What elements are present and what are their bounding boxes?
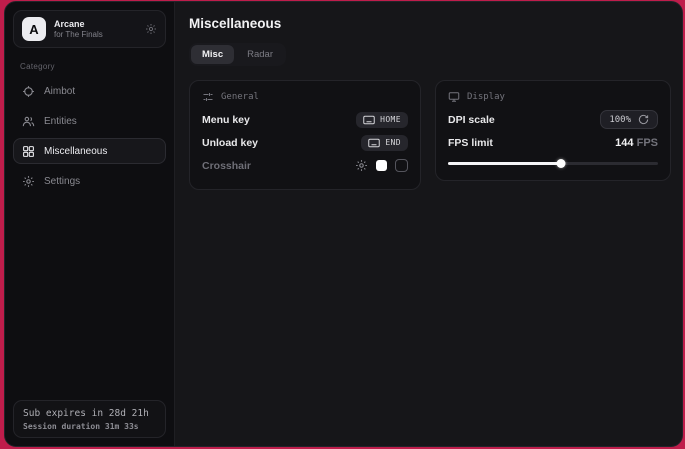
grid-icon — [22, 145, 35, 158]
fps-unit: FPS — [637, 137, 658, 149]
crosshair-checkbox[interactable] — [395, 159, 408, 172]
crosshair-color-swatch[interactable] — [376, 160, 387, 171]
fps-slider-fill — [448, 162, 561, 165]
keyboard-icon — [363, 115, 375, 125]
fps-limit-value: 144 FPS — [615, 137, 658, 149]
monitor-icon — [448, 91, 460, 103]
sidebar-item-entities[interactable]: Entities — [13, 108, 166, 134]
app-name: Arcane — [54, 19, 103, 29]
sidebar-item-label: Miscellaneous — [44, 146, 107, 157]
users-icon — [22, 115, 35, 128]
gear-icon — [22, 175, 35, 188]
dpi-scale-value: 100% — [609, 115, 631, 125]
general-card-header: General — [202, 91, 408, 103]
sidebar-nav: Aimbot Entities — [13, 78, 166, 194]
unload-key-label: Unload key — [202, 137, 258, 149]
sidebar-item-settings[interactable]: Settings — [13, 168, 166, 194]
display-card-header: Display — [448, 91, 658, 103]
unload-key-bind-button[interactable]: END — [361, 135, 408, 151]
tab-radar[interactable]: Radar — [236, 45, 284, 64]
crosshair-row: Crosshair — [202, 154, 408, 177]
sidebar-item-label: Settings — [44, 176, 80, 187]
crosshair-controls — [355, 159, 408, 172]
fps-limit-row: FPS limit 144 FPS — [448, 131, 658, 154]
gear-icon[interactable] — [145, 23, 157, 35]
menu-key-row: Menu key HOME — [202, 108, 408, 131]
page-title: Miscellaneous — [189, 16, 671, 31]
app-window: A Arcane for The Finals Category — [4, 1, 683, 447]
category-label: Category — [20, 62, 166, 71]
fps-slider-thumb[interactable] — [557, 159, 566, 168]
unload-key-row: Unload key END — [202, 131, 408, 154]
menu-key-value: HOME — [380, 115, 401, 124]
reset-rotate-icon[interactable] — [638, 114, 649, 125]
main-content: Miscellaneous Misc Radar General — [175, 2, 683, 446]
keyboard-icon — [368, 138, 380, 148]
fps-limit-label: FPS limit — [448, 137, 493, 149]
app-subtitle: for The Finals — [54, 30, 103, 39]
general-card: General Menu key HOME — [189, 80, 421, 190]
cards-row: General Menu key HOME — [189, 80, 671, 190]
crosshair-icon — [22, 85, 35, 98]
menu-key-label: Menu key — [202, 114, 250, 126]
session-duration-text: Session duration 31m 33s — [23, 422, 156, 431]
crosshair-label: Crosshair — [202, 160, 251, 172]
gear-icon[interactable] — [355, 159, 368, 172]
dpi-scale-control[interactable]: 100% — [600, 110, 658, 129]
dpi-scale-row: DPI scale 100% — [448, 108, 658, 131]
sub-expires-text: Sub expires in 28d 21h — [23, 408, 156, 419]
avatar: A — [22, 17, 46, 41]
tab-misc[interactable]: Misc — [191, 45, 234, 64]
sidebar-item-miscellaneous[interactable]: Miscellaneous — [13, 138, 166, 164]
display-card-title: Display — [467, 92, 505, 102]
display-card: Display DPI scale 100% — [435, 80, 671, 181]
user-card[interactable]: A Arcane for The Finals — [13, 10, 166, 48]
sidebar-item-label: Entities — [44, 116, 77, 127]
user-meta: Arcane for The Finals — [54, 19, 103, 39]
sidebar-item-label: Aimbot — [44, 86, 75, 97]
fps-limit-slider[interactable] — [448, 159, 658, 168]
dpi-scale-label: DPI scale — [448, 114, 495, 126]
unload-key-value: END — [385, 138, 401, 147]
general-card-title: General — [221, 92, 259, 102]
sidebar-item-aimbot[interactable]: Aimbot — [13, 78, 166, 104]
subscription-info-card: Sub expires in 28d 21h Session duration … — [13, 400, 166, 438]
menu-key-bind-button[interactable]: HOME — [356, 112, 408, 128]
sliders-icon — [202, 91, 214, 103]
sidebar: A Arcane for The Finals Category — [5, 2, 175, 446]
tab-bar: Misc Radar — [189, 43, 286, 66]
